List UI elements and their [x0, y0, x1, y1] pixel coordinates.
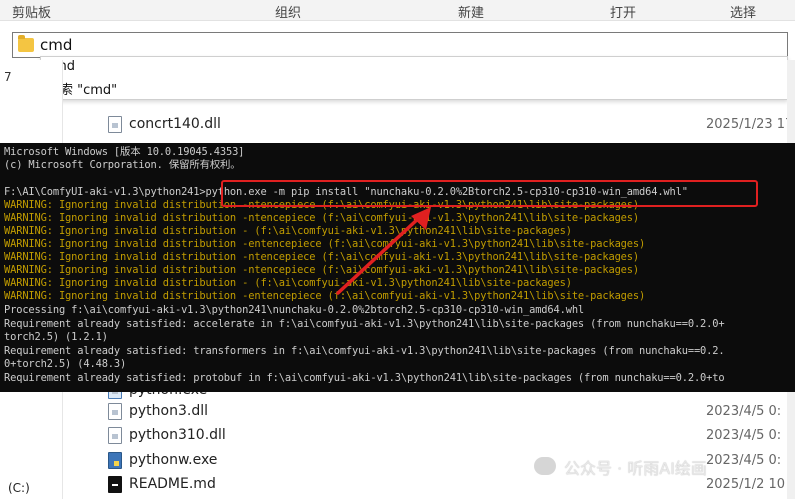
console-header-line: (c) Microsoft Corporation. 保留所有权利。 — [4, 159, 241, 171]
file-date: 2023/4/5 0: — [706, 404, 782, 419]
console-warning-line: WARNING: Ignoring invalid distribution -… — [4, 290, 646, 302]
console-output-line: Requirement already satisfied: protobuf … — [4, 372, 725, 384]
address-input[interactable]: cmd — [40, 36, 72, 54]
dll-file-icon — [108, 116, 122, 133]
command-highlight-box — [221, 180, 758, 207]
address-suggestions: cmd 搜索 "cmd" — [40, 56, 788, 100]
ribbon-label-organize: 组织 — [275, 6, 302, 21]
nav-item-drive-c[interactable]: (C:) — [8, 481, 30, 495]
file-date: 2025/1/2 10 — [706, 477, 786, 492]
file-date: 2023/4/5 0: — [706, 453, 782, 468]
dll-file-icon — [108, 427, 122, 444]
wechat-icon — [534, 457, 556, 475]
markdown-file-icon — [108, 476, 122, 493]
python-exe-icon — [108, 452, 122, 469]
console-warning-line: WARNING: Ignoring invalid distribution -… — [4, 212, 639, 224]
console-prompt: F:\AI\ComfyUI-aki-v1.3\python241> — [4, 186, 206, 198]
file-date: 2025/1/23 17 — [706, 117, 794, 132]
file-row[interactable]: python3.dll 2023/4/5 0: — [108, 401, 795, 423]
console-output-line: torch2.5) (1.2.1) — [4, 331, 108, 343]
console-warning-line: WARNING: Ignoring invalid distribution -… — [4, 251, 639, 263]
console-output-line: Requirement already satisfied: accelerat… — [4, 318, 725, 330]
file-name: python3.dll — [129, 403, 208, 419]
file-row[interactable]: concrt140.dll 2025/1/23 17 — [108, 114, 795, 136]
ribbon-label-open: 打开 — [610, 6, 637, 21]
console-header-line: Microsoft Windows [版本 10.0.19045.4353] — [4, 146, 245, 158]
console-warning-line: WARNING: Ignoring invalid distribution -… — [4, 277, 572, 289]
watermark-text: 公众号 · 听雨AI绘画 — [564, 459, 707, 478]
console-output-line: 0+torch2.5) (4.48.3) — [4, 358, 127, 370]
console-warning-line: WARNING: Ignoring invalid distribution -… — [4, 225, 572, 237]
ribbon-group-labels: 剪贴板 组织 新建 打开 选择 — [0, 0, 795, 21]
file-name: concrt140.dll — [129, 116, 221, 132]
address-bar[interactable]: cmd — [12, 32, 788, 58]
dll-file-icon — [108, 403, 122, 420]
console-output-line: Processing f:\ai\comfyui-aki-v1.3\python… — [4, 304, 585, 316]
nav-partial-number: 7 — [4, 70, 12, 84]
file-name: python310.dll — [129, 427, 226, 443]
file-row[interactable]: python310.dll 2023/4/5 0: — [108, 425, 795, 447]
console-warning-line: WARNING: Ignoring invalid distribution -… — [4, 264, 639, 276]
ribbon-label-clipboard: 剪贴板 — [12, 6, 52, 21]
ribbon-label-new: 新建 — [458, 6, 485, 21]
file-name: README.md — [129, 476, 216, 492]
file-name: pythonw.exe — [129, 452, 218, 468]
file-date: 2023/4/5 0: — [706, 428, 782, 443]
console-warning-line: WARNING: Ignoring invalid distribution -… — [4, 238, 646, 250]
ribbon-label-select: 选择 — [730, 6, 757, 21]
console-output-line: Requirement already satisfied: transform… — [4, 345, 725, 357]
folder-icon — [18, 35, 34, 52]
